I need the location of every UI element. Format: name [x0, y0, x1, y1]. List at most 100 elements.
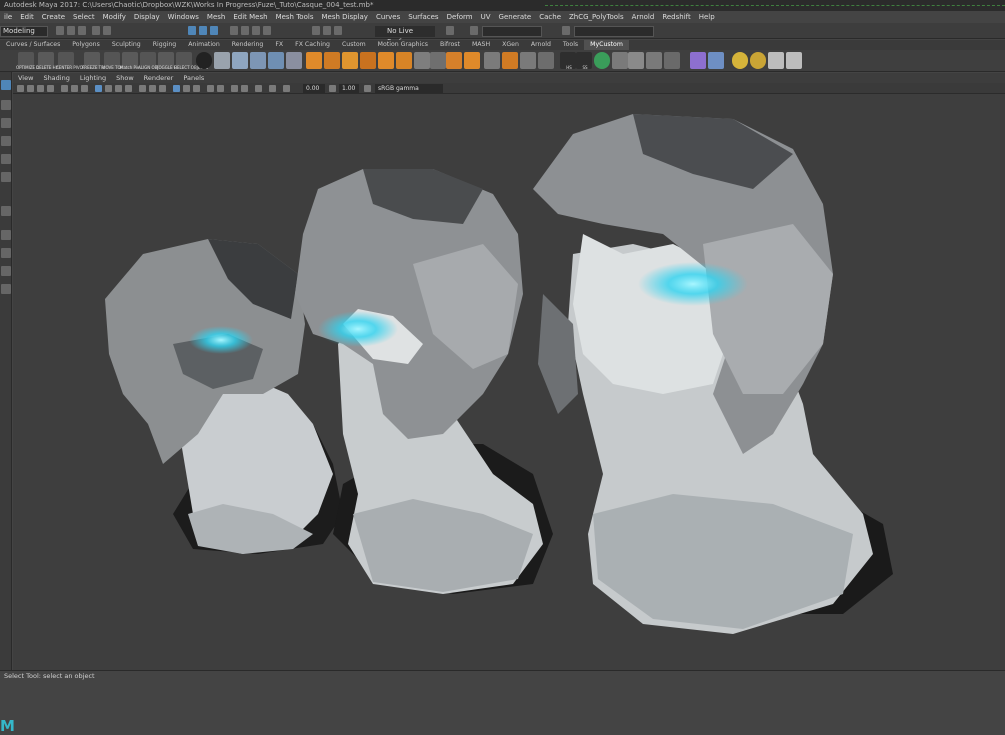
wireframe-icon[interactable]	[95, 85, 102, 92]
shelf-tab-rendering[interactable]: Rendering	[226, 40, 270, 50]
smooth-icon[interactable]	[612, 52, 628, 69]
move-tool-icon[interactable]	[1, 136, 11, 146]
film-gate-icon[interactable]	[71, 85, 78, 92]
exposure-field[interactable]: 0.00	[303, 84, 325, 93]
menu-mesh-tools[interactable]: Mesh Tools	[272, 11, 318, 23]
open-scene-icon[interactable]	[67, 26, 75, 35]
shelf-tab-arnold[interactable]: Arnold	[525, 40, 557, 50]
camera-attr-icon[interactable]	[27, 85, 34, 92]
hypershade-icon[interactable]	[786, 52, 802, 69]
panel-menu-renderer[interactable]: Renderer	[139, 73, 179, 83]
menu-uv[interactable]: UV	[477, 11, 495, 23]
shelf-tab-fx[interactable]: FX	[269, 40, 289, 50]
menu-select[interactable]: Select	[69, 11, 99, 23]
bevel-icon[interactable]	[414, 52, 430, 69]
scale-tool-icon[interactable]	[1, 172, 11, 182]
extrude-icon[interactable]	[502, 52, 518, 69]
single-view-icon[interactable]	[1, 230, 11, 240]
backface-culling-icon[interactable]	[207, 85, 214, 92]
layout-uv-icon[interactable]	[664, 52, 680, 69]
bend-icon[interactable]	[268, 52, 284, 69]
shelf-tab-tools[interactable]: Tools	[557, 40, 584, 50]
delete-history-button[interactable]: DELETE HISTORY	[36, 52, 70, 70]
isolate-select-icon[interactable]	[173, 85, 180, 92]
fill-hole-icon[interactable]	[538, 52, 554, 69]
shelf-tab-mash[interactable]: MASH	[466, 40, 496, 50]
shadows-icon[interactable]	[139, 85, 146, 92]
rotate-tool-icon[interactable]	[1, 154, 11, 164]
menu-mesh[interactable]: Mesh	[203, 11, 229, 23]
shelf-tab-sculpting[interactable]: Sculpting	[106, 40, 147, 50]
textured-icon[interactable]	[115, 85, 122, 92]
select-tool-icon[interactable]	[1, 80, 11, 90]
brush-icon[interactable]	[232, 52, 248, 69]
menu-zhcg-polytools[interactable]: ZhCG_PolyTools	[565, 11, 628, 23]
input-line-icon[interactable]	[470, 26, 478, 35]
render-view-icon[interactable]	[768, 52, 784, 69]
mode-dropdown[interactable]: Modeling	[0, 26, 48, 37]
shelf-tab-bifrost[interactable]: Bifrost	[434, 40, 466, 50]
shelf-tab-motion-graphics[interactable]: Motion Graphics	[372, 40, 434, 50]
ipr-render-icon[interactable]	[323, 26, 331, 35]
xray-icon[interactable]	[183, 85, 190, 92]
select-by-hierarchy-icon[interactable]	[188, 26, 196, 35]
menu-create[interactable]: Create	[38, 11, 69, 23]
cube-purple-icon[interactable]	[690, 52, 706, 69]
light-icon[interactable]	[732, 52, 748, 69]
unfold-icon[interactable]	[646, 52, 662, 69]
new-scene-icon[interactable]	[56, 26, 64, 35]
target-weld-icon[interactable]	[464, 52, 480, 69]
menu-edit[interactable]: Edit	[16, 11, 38, 23]
poly-extract-icon[interactable]	[378, 52, 394, 69]
move-to-zero-button[interactable]: MOVE TO 0	[102, 52, 124, 70]
shelf-tab-animation[interactable]: Animation	[182, 40, 226, 50]
curve-tool-icon[interactable]	[250, 52, 266, 69]
menu-cache[interactable]: Cache	[535, 11, 565, 23]
undo-icon[interactable]	[92, 26, 100, 35]
exposure-icon[interactable]	[283, 85, 290, 92]
shelf-tab-custom[interactable]: Custom	[336, 40, 372, 50]
shelf-tab-fx-caching[interactable]: FX Caching	[289, 40, 336, 50]
color-space-dropdown[interactable]: sRGB gamma	[375, 84, 443, 93]
helmet-model-middle[interactable]	[295, 169, 553, 594]
select-by-component-icon[interactable]	[210, 26, 218, 35]
menu-surfaces[interactable]: Surfaces	[404, 11, 442, 23]
ss-button[interactable]: SS	[576, 52, 592, 70]
shelf-tab-rigging[interactable]: Rigging	[147, 40, 182, 50]
multi-cut-icon[interactable]	[446, 52, 462, 69]
menu-display[interactable]: Display	[130, 11, 164, 23]
mirror-icon[interactable]	[484, 52, 500, 69]
eraser-icon[interactable]	[286, 52, 302, 69]
render-icon[interactable]	[312, 26, 320, 35]
match-pivot-button[interactable]: Match Pivot	[120, 52, 143, 70]
panel-menu-show[interactable]: Show	[111, 73, 139, 83]
bookmark-icon[interactable]	[37, 85, 44, 92]
snap-grid-icon[interactable]	[230, 26, 238, 35]
menu-deform[interactable]: Deform	[443, 11, 477, 23]
save-scene-icon[interactable]	[78, 26, 86, 35]
xray-joints-icon[interactable]	[193, 85, 200, 92]
paint-select-icon[interactable]	[1, 118, 11, 128]
anti-aliasing-icon[interactable]	[159, 85, 166, 92]
menu-modify[interactable]: Modify	[99, 11, 130, 23]
motion-blur-icon[interactable]	[241, 85, 248, 92]
freeze-transform-button[interactable]: FREEZE TRANSFORM	[82, 52, 124, 70]
menu-windows[interactable]: Windows	[164, 11, 203, 23]
perspective-viewport[interactable]: persp	[13, 94, 1005, 670]
panel-menu-lighting[interactable]: Lighting	[75, 73, 111, 83]
helmet-model-right[interactable]	[533, 114, 893, 634]
poly-sphere-icon[interactable]	[324, 52, 340, 69]
snap-point-icon[interactable]	[252, 26, 260, 35]
last-tool-icon[interactable]	[1, 206, 11, 216]
symmetry-icon[interactable]	[446, 26, 454, 35]
gamma-icon[interactable]	[329, 85, 336, 92]
black-sphere-icon[interactable]	[196, 52, 212, 69]
four-view-icon[interactable]	[1, 248, 11, 258]
color-management-icon[interactable]	[364, 85, 371, 92]
shelf-tab-mycustom[interactable]: MyCustom	[584, 40, 629, 50]
align-objects-button[interactable]: ALIGN OBJECTS	[138, 52, 169, 70]
lasso-tool-icon[interactable]	[1, 100, 11, 110]
toggle-edges-button[interactable]: TOGGLE EDGES	[156, 52, 188, 70]
grid-icon[interactable]	[430, 52, 446, 69]
image-plane-icon[interactable]	[47, 85, 54, 92]
